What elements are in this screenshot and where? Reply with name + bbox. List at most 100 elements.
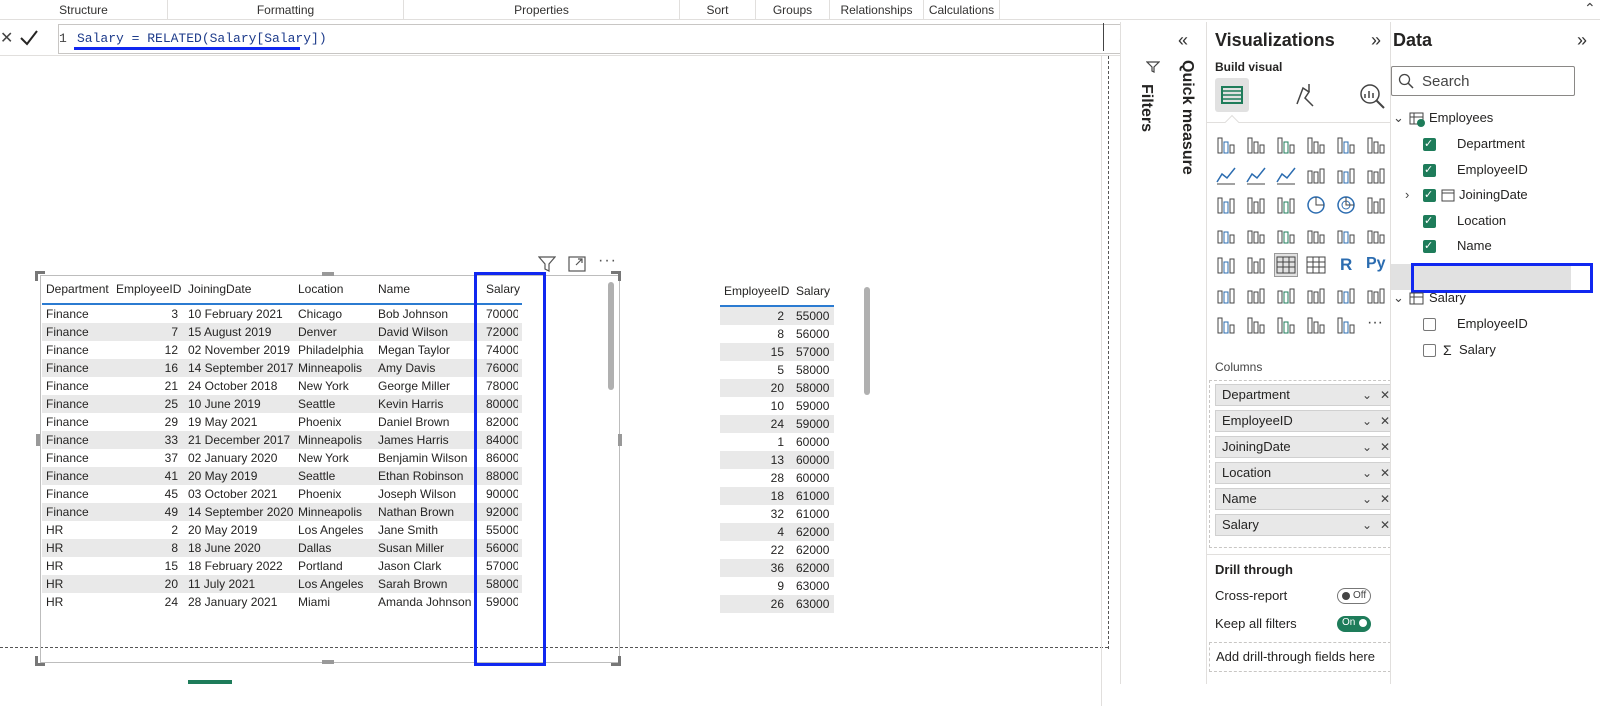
checkbox-checked[interactable] (1423, 185, 1436, 205)
line-stacked-column-icon[interactable] (1335, 164, 1357, 186)
cross-report-toggle[interactable]: Off (1337, 588, 1371, 604)
table-row[interactable]: Finance 29 19 May 2021 Phoenix Daniel Brown 8… (42, 413, 522, 431)
arcgis-icon[interactable] (1275, 314, 1297, 336)
checkbox-unchecked[interactable] (1423, 318, 1436, 331)
ribbon-group-structure[interactable]: Structure (0, 0, 168, 20)
funnel-chart-icon[interactable] (1245, 194, 1267, 216)
chevron-down-icon[interactable]: ⌄ (1362, 489, 1372, 509)
formula-editor[interactable]: 1 Salary = RELATED(Salary[Salary]) ⌄ (58, 23, 1134, 54)
table-row[interactable]: 24 59000 (720, 415, 834, 433)
field-well-item[interactable]: EmployeeID ⌄ ✕ (1215, 410, 1395, 432)
ribbon-group-groups[interactable]: Groups (756, 0, 830, 20)
checkbox-checked[interactable] (1423, 160, 1436, 180)
drill-through-well[interactable]: Add drill-through fields here (1209, 642, 1391, 672)
remove-field-icon[interactable]: ✕ (1380, 411, 1390, 431)
matrix-icon[interactable] (1305, 254, 1327, 276)
salary-field-salary[interactable]: Σ Salary (1419, 340, 1589, 360)
col-header-employeeid[interactable]: EmployeeID (116, 277, 181, 301)
table-icon[interactable] (1274, 253, 1298, 277)
table-row[interactable]: Finance 12 02 November 2019 Philadelphia Meg… (42, 341, 522, 359)
waterfall-chart-icon[interactable] (1215, 194, 1237, 216)
table-row[interactable]: Finance 21 24 October 2018 New York George M… (42, 377, 522, 395)
filters-pane[interactable]: Filters (1101, 22, 1168, 706)
table-row[interactable]: 10 59000 (720, 397, 834, 415)
resize-handle-right[interactable] (618, 434, 622, 446)
quick-measure-label[interactable]: Quick measure (1178, 60, 1196, 175)
field-joiningdate[interactable]: › JoiningDate (1405, 185, 1589, 205)
checkbox-unchecked[interactable] (1423, 344, 1436, 357)
field-well-item[interactable]: Department ⌄ ✕ (1215, 384, 1395, 406)
treemap-icon[interactable] (1365, 194, 1387, 216)
checkbox-checked[interactable] (1423, 236, 1436, 256)
table-row[interactable]: 26 63000 (720, 595, 834, 613)
commit-check-icon[interactable] (18, 24, 40, 55)
table-row[interactable]: 22 62000 (720, 541, 834, 559)
multi-row-card-icon[interactable] (1365, 224, 1387, 246)
table-row[interactable]: 20 58000 (720, 379, 834, 397)
col-header-name[interactable]: Name (378, 277, 410, 301)
clustered-column-chart-icon[interactable] (1305, 134, 1327, 156)
kpi-icon[interactable] (1215, 254, 1237, 276)
analytics-icon[interactable] (1357, 82, 1387, 115)
focus-mode-icon[interactable] (568, 256, 586, 277)
python-visual-icon[interactable]: Py (1365, 254, 1387, 276)
diamond-visual-icon[interactable] (1305, 314, 1327, 336)
field-location[interactable]: Location (1419, 211, 1589, 231)
collapse-data-icon[interactable]: » (1577, 30, 1587, 51)
table-row[interactable]: 9 63000 (720, 577, 834, 595)
table-row[interactable]: Finance 41 20 May 2019 Seattle Ethan Robinso… (42, 467, 522, 485)
r-visual-icon[interactable]: R (1335, 254, 1357, 276)
table-row[interactable]: 36 62000 (720, 559, 834, 577)
stacked-area-chart-icon[interactable] (1275, 164, 1297, 186)
salary-field-employeeid[interactable]: EmployeeID (1419, 314, 1589, 334)
field-well-item[interactable]: JoiningDate ⌄ ✕ (1215, 436, 1395, 458)
field-well-item[interactable]: Location ⌄ ✕ (1215, 462, 1395, 484)
power-apps-icon[interactable] (1215, 314, 1237, 336)
ribbon-collapse-icon[interactable]: ⌃ (1584, 0, 1596, 17)
pie-chart-icon[interactable] (1305, 194, 1327, 216)
chevron-down-icon[interactable]: ⌄ (1362, 437, 1372, 457)
table-row[interactable]: 32 61000 (720, 505, 834, 523)
table-row[interactable]: HR 2 20 May 2019 Los Angeles Jane Smith 55000 (42, 521, 522, 539)
remove-field-icon[interactable]: ✕ (1380, 385, 1390, 405)
build-visual-tab[interactable] (1215, 78, 1249, 112)
collapse-left-icon[interactable]: « (1178, 30, 1188, 51)
power-automate-icon[interactable] (1245, 314, 1267, 336)
table-row[interactable]: HR 20 11 July 2021 Los Angeles Sarah Brown 58… (42, 575, 522, 593)
scatter-chart-icon[interactable] (1275, 194, 1297, 216)
gauge-icon[interactable] (1305, 224, 1327, 246)
resize-handle-left[interactable] (36, 434, 40, 446)
chevron-down-icon[interactable]: ⌄ (1362, 385, 1372, 405)
resize-handle-top[interactable] (322, 272, 334, 276)
ribbon-group-calculations[interactable]: Calculations (924, 0, 1000, 20)
chevron-right-icon[interactable]: › (1405, 185, 1409, 205)
smart-narrative-icon[interactable] (1305, 284, 1327, 306)
checkbox-checked[interactable] (1423, 134, 1436, 154)
ribbon-group-properties[interactable]: Properties (404, 0, 680, 20)
100-bar-chart-icon[interactable] (1335, 134, 1357, 156)
table-row[interactable]: 1 60000 (720, 433, 834, 451)
field-name[interactable]: Name (1419, 236, 1589, 256)
ribbon-chart-icon[interactable] (1365, 164, 1387, 186)
field-well-item[interactable]: Name ⌄ ✕ (1215, 488, 1395, 510)
cancel-icon[interactable]: ✕ (0, 28, 13, 48)
search-box[interactable]: Search (1391, 66, 1575, 96)
filters-label[interactable]: Filters (1137, 84, 1155, 132)
table-row[interactable]: Finance 33 21 December 2017 Minneapolis Jame… (42, 431, 522, 449)
chevron-down-icon[interactable]: ⌄ (1362, 463, 1372, 483)
qa-icon[interactable] (1275, 284, 1297, 306)
ribbon-group-relationships[interactable]: Relationships (830, 0, 924, 20)
table-row[interactable]: 15 57000 (720, 343, 834, 361)
collapse-viz-icon[interactable]: » (1371, 30, 1381, 51)
ribbon-group-formatting[interactable]: Formatting (168, 0, 404, 20)
table-row[interactable]: HR 15 18 February 2022 Portland Jason Clark 5… (42, 557, 522, 575)
table-row[interactable]: Finance 7 15 August 2019 Denver David Wilson… (42, 323, 522, 341)
field-well-item[interactable]: Salary ⌄ ✕ (1215, 514, 1395, 536)
paginated-report-icon[interactable] (1335, 284, 1357, 306)
table-row[interactable]: 28 60000 (720, 469, 834, 487)
slicer-icon[interactable] (1245, 254, 1267, 276)
resize-handle-tr[interactable] (611, 271, 621, 281)
stacked-bar-chart-icon[interactable] (1215, 134, 1237, 156)
table-row[interactable]: Finance 3 10 February 2021 Chicago Bob Johns… (42, 305, 522, 323)
col-header-location[interactable]: Location (298, 277, 343, 301)
